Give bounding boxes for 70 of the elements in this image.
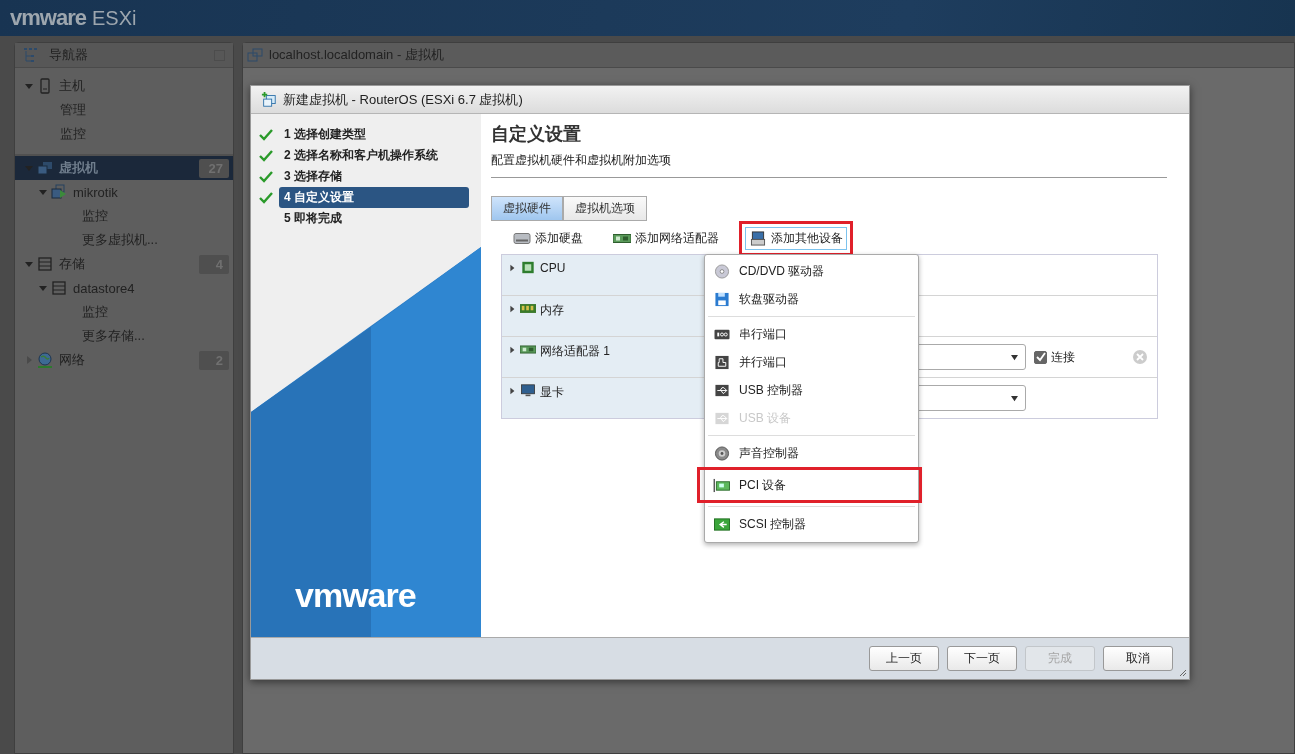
wizard-step[interactable]: 1 选择创建类型: [279, 124, 469, 145]
usb-icon: [713, 382, 731, 398]
add-computer-icon: [261, 91, 277, 108]
caret-down-icon[interactable]: [38, 283, 48, 293]
checkbox-label: 连接: [1051, 348, 1075, 366]
computers-icon: [37, 160, 53, 176]
menu-item[interactable]: USB 控制器: [705, 379, 918, 401]
floppy-icon: [713, 291, 731, 307]
server-icon: [37, 78, 53, 94]
tree-icon: [23, 47, 39, 63]
wizard-step[interactable]: 5 即将完成: [279, 208, 469, 229]
monitor-icon: [520, 384, 536, 397]
toolbar-button[interactable]: 添加网络适配器: [609, 227, 723, 250]
caret-right-icon[interactable]: [508, 263, 516, 273]
caret-down-icon[interactable]: [24, 81, 34, 91]
section-subtitle: 配置虚拟机硬件和虚拟机附加选项: [491, 152, 672, 169]
card-icon: [613, 231, 631, 246]
computers-icon: [247, 47, 263, 63]
device-icon: [749, 231, 767, 246]
database-icon: [37, 256, 53, 272]
wizard-step[interactable]: 4 自定义设置: [279, 187, 469, 208]
toolbar-button[interactable]: 添加硬盘: [509, 227, 587, 250]
dialog-title: 新建虚拟机 - RouterOS (ESXi 6.7 虚拟机): [283, 90, 523, 109]
chip-icon: [520, 261, 536, 274]
globe-icon: [37, 352, 53, 368]
hardware-label: CPU: [540, 261, 566, 275]
caret-down-icon[interactable]: [38, 187, 48, 197]
usb-icon: [713, 410, 731, 426]
menu-item[interactable]: 声音控制器: [705, 442, 918, 464]
toolbar-button[interactable]: 添加其他设备: [745, 227, 847, 250]
tab[interactable]: 虚拟机选项: [563, 196, 647, 221]
printer-port-icon: [713, 354, 731, 370]
close-icon[interactable]: [1133, 350, 1147, 364]
checkbox[interactable]: [1034, 350, 1047, 364]
caret-right-icon[interactable]: [508, 304, 516, 314]
arrow-card-icon: [713, 516, 731, 532]
menu-item[interactable]: 软盘驱动器: [705, 288, 918, 310]
nav-item[interactable]: 虚拟机: [59, 159, 199, 177]
tab[interactable]: 虚拟硬件: [491, 196, 563, 221]
caret-down-icon[interactable]: [24, 259, 34, 269]
wizard-step[interactable]: 3 选择存储: [279, 166, 469, 187]
caret-down-icon: [1010, 353, 1019, 361]
database-icon: [51, 280, 67, 296]
caret-right-icon[interactable]: [508, 345, 516, 355]
footer-button[interactable]: 下一页: [947, 646, 1017, 671]
product-name: ESXi: [91, 6, 137, 30]
speaker-icon: [713, 445, 731, 461]
card-icon: [713, 477, 731, 493]
wizard-step[interactable]: 2 选择名称和客户机操作系统: [279, 145, 469, 166]
section-heading: 自定义设置: [491, 123, 582, 146]
footer-button[interactable]: 上一页: [869, 646, 939, 671]
resize-grip-icon[interactable]: [1179, 669, 1187, 677]
menu-item[interactable]: 并行端口: [705, 351, 918, 373]
menu-item[interactable]: CD/DVD 驱动器: [705, 260, 918, 282]
footer-button[interactable]: 取消: [1103, 646, 1173, 671]
hardware-label: 显卡: [540, 384, 564, 401]
drive-icon: [513, 231, 531, 246]
card-icon: [520, 343, 536, 356]
hardware-label: 网络适配器 1: [540, 343, 610, 360]
menu-item[interactable]: PCI 设备: [705, 474, 918, 496]
memory-icon: [520, 302, 536, 315]
caret-right-icon[interactable]: [508, 386, 516, 396]
hardware-label: 内存: [540, 302, 564, 319]
brand-logo: vmware: [10, 5, 86, 31]
menu-item[interactable]: SCSI 控制器: [705, 513, 918, 535]
menu-item[interactable]: 串行端口: [705, 323, 918, 345]
caret-down-icon: [1010, 394, 1019, 402]
computer-icon: [51, 184, 67, 200]
brand-logo: vmware: [295, 576, 416, 615]
disc-icon: [713, 263, 731, 279]
